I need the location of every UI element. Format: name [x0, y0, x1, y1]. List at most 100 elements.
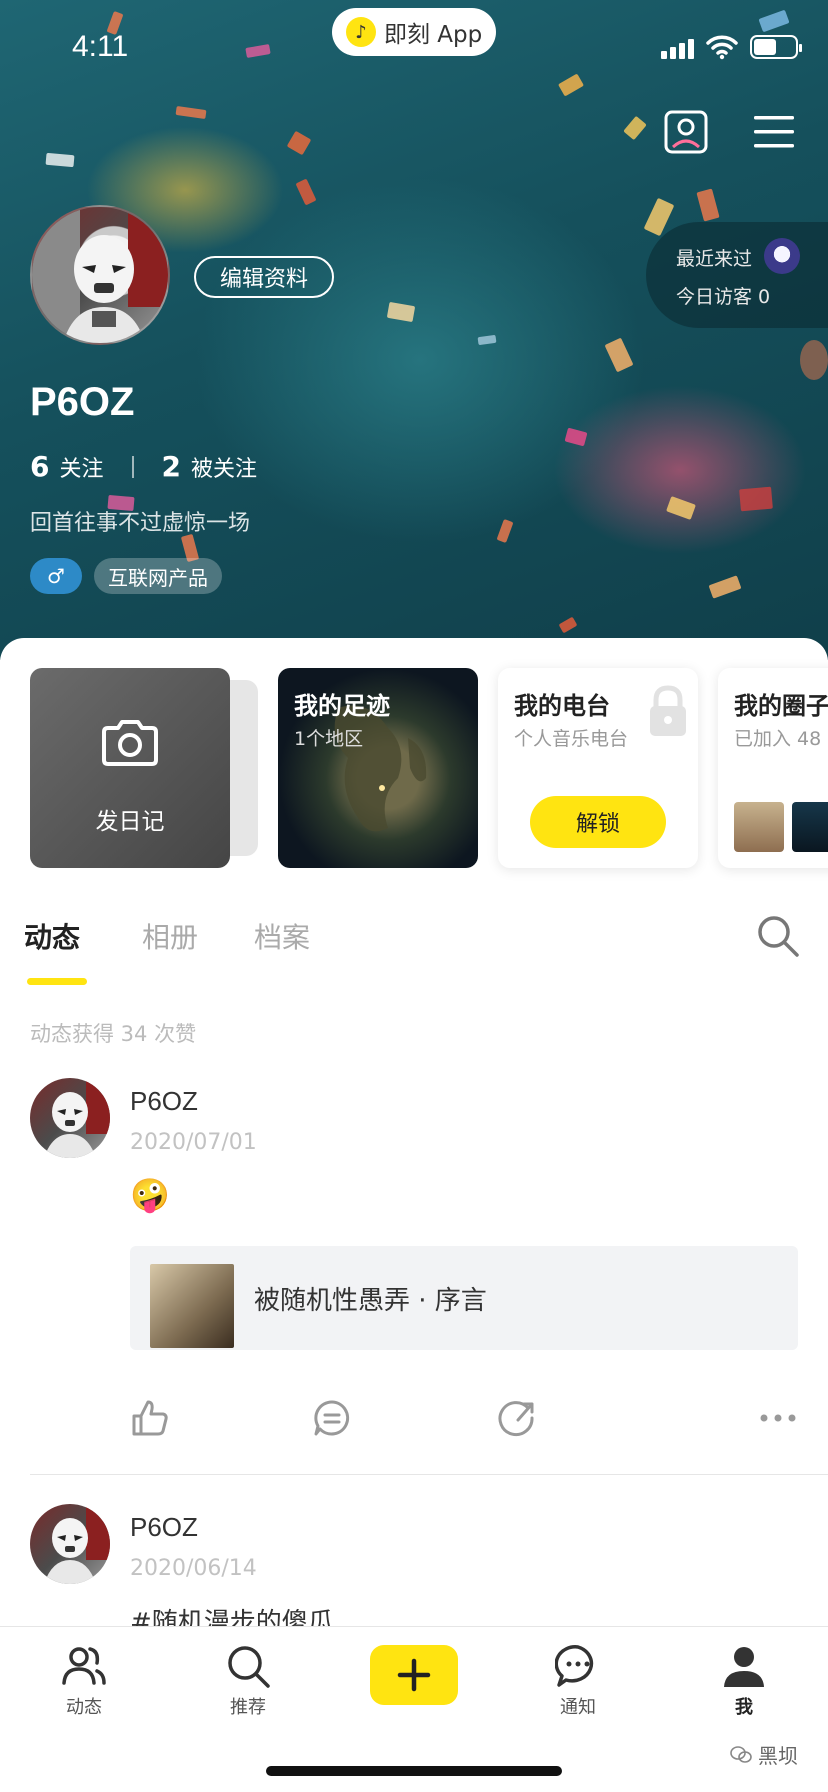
visitor-avatar[interactable]	[764, 238, 800, 274]
tab-feed[interactable]: 动态	[24, 916, 80, 956]
post-actions	[0, 1398, 828, 1442]
footprint-title: 我的足迹	[294, 692, 390, 720]
footprint-card[interactable]: 我的足迹 1个地区	[278, 668, 478, 868]
confetti	[558, 616, 578, 634]
feature-cards: 发日记 我的足迹 1个地区 我的电台 个人音乐电台 解锁 我的圈子 已加入 48	[0, 668, 828, 868]
profile-content: 发日记 我的足迹 1个地区 我的电台 个人音乐电台 解锁 我的圈子 已加入 48	[0, 638, 828, 1792]
confetti	[386, 301, 416, 323]
post-author-name[interactable]: P6OZ	[130, 1512, 198, 1543]
tabbar-me-label: 我	[735, 1697, 753, 1718]
circles-card[interactable]: 我的圈子 已加入 48	[718, 668, 828, 868]
confetti	[758, 9, 790, 33]
post-date: 2020/07/01	[130, 1130, 257, 1155]
confetti	[623, 115, 647, 141]
circles-subtitle: 已加入 48	[734, 728, 822, 750]
watermark-text: 黑坝	[758, 1744, 798, 1768]
post-author-avatar[interactable]	[30, 1504, 110, 1584]
back-to-app-pill[interactable]: ♪ 即刻 App	[332, 8, 496, 56]
circle-thumbnail	[734, 802, 784, 852]
wechat-icon	[730, 1745, 752, 1763]
post-author-avatar[interactable]	[30, 1078, 110, 1158]
confetti	[477, 334, 497, 346]
profile-header: 4:11 ♪ 即刻 App 编辑资料 最近来过 今日访客 0 P6OZ 6 关注…	[0, 0, 828, 660]
share-icon[interactable]	[498, 1398, 538, 1438]
confetti	[496, 518, 514, 544]
stormtrooper-avatar-image	[44, 1504, 110, 1584]
app-pill-label: 即刻 App	[384, 22, 483, 48]
jike-logo-icon: ♪	[346, 17, 376, 47]
followers-label[interactable]: 被关注	[191, 451, 257, 483]
more-icon[interactable]	[758, 1398, 798, 1438]
confetti	[604, 337, 634, 373]
gender-tag: ♂	[30, 558, 82, 594]
person-icon	[724, 1647, 764, 1687]
unlock-button[interactable]: 解锁	[530, 796, 666, 848]
chat-bubble-icon	[555, 1645, 594, 1687]
search-icon[interactable]	[756, 914, 800, 958]
edit-profile-button[interactable]: 编辑资料	[194, 256, 334, 298]
confetti	[800, 340, 828, 380]
status-time: 4:11	[72, 30, 129, 63]
tabbar-feed-label: 动态	[66, 1697, 102, 1718]
confetti	[564, 427, 588, 447]
confetti	[295, 178, 317, 206]
diary-card[interactable]: 发日记	[30, 668, 230, 868]
radio-title: 我的电台	[514, 692, 610, 720]
confetti	[245, 43, 271, 59]
post-divider	[30, 1474, 828, 1475]
search-icon	[228, 1646, 270, 1688]
footprint-subtitle: 1个地区	[294, 728, 364, 750]
post-date: 2020/06/14	[130, 1556, 257, 1581]
menu-icon[interactable]	[752, 110, 796, 154]
camera-icon	[102, 720, 158, 766]
likes-summary: 动态获得 34 次赞	[30, 1022, 197, 1046]
battery-icon	[750, 35, 802, 59]
tabbar-feed[interactable]: 动态	[34, 1643, 134, 1719]
stormtrooper-avatar-image	[32, 207, 168, 343]
recent-visit-label: 最近来过	[676, 248, 753, 270]
wifi-icon	[706, 35, 738, 60]
confetti	[666, 496, 696, 520]
confetti	[708, 575, 742, 599]
shared-link-thumbnail	[150, 1264, 234, 1348]
shared-link-card[interactable]: 被随机性愚弄 · 序言	[130, 1246, 798, 1350]
profile-avatar[interactable]	[30, 205, 170, 345]
tab-archive[interactable]: 档案	[254, 916, 310, 956]
people-icon	[62, 1647, 106, 1685]
post-author-name[interactable]: P6OZ	[130, 1086, 198, 1117]
circle-thumbnail	[792, 802, 828, 852]
thumb-up-icon[interactable]	[130, 1398, 170, 1438]
active-tab-indicator	[27, 978, 87, 985]
stormtrooper-avatar-image	[44, 1078, 110, 1158]
tabbar-recommend-label: 推荐	[230, 1697, 266, 1718]
today-visitors-label: 今日访客 0	[676, 286, 771, 308]
profile-card-icon[interactable]	[664, 110, 708, 154]
post-emoji: 🤪	[130, 1176, 170, 1214]
watermark: 黑坝	[730, 1740, 798, 1769]
radio-card[interactable]: 我的电台 个人音乐电台 解锁	[498, 668, 698, 868]
diary-card-label: 发日记	[95, 809, 165, 835]
confetti	[45, 152, 75, 168]
shared-link-title: 被随机性愚弄 · 序言	[254, 1286, 487, 1316]
followers-count[interactable]: 2	[162, 450, 181, 483]
status-indicators	[661, 34, 802, 60]
tabbar-notify[interactable]: 通知	[528, 1643, 628, 1719]
following-count[interactable]: 6	[30, 450, 49, 483]
profile-tags: ♂ 互联网产品	[30, 558, 222, 594]
create-post-button[interactable]	[370, 1645, 458, 1705]
following-label[interactable]: 关注	[59, 451, 103, 483]
confetti	[696, 188, 720, 222]
cellular-signal-icon	[661, 35, 694, 59]
comment-icon[interactable]	[312, 1398, 352, 1438]
confetti	[557, 73, 585, 97]
tabbar-recommend[interactable]: 推荐	[198, 1643, 298, 1719]
confetti	[175, 105, 207, 120]
confetti	[286, 130, 312, 156]
tabbar-notify-label: 通知	[560, 1697, 596, 1718]
follow-stats: 6 关注 2 被关注	[30, 450, 257, 483]
visitor-panel[interactable]: 最近来过 今日访客 0	[646, 222, 828, 328]
job-tag[interactable]: 互联网产品	[94, 558, 222, 594]
tab-album[interactable]: 相册	[142, 916, 198, 956]
username: P6OZ	[30, 380, 135, 424]
tabbar-me[interactable]: 我	[694, 1643, 794, 1719]
